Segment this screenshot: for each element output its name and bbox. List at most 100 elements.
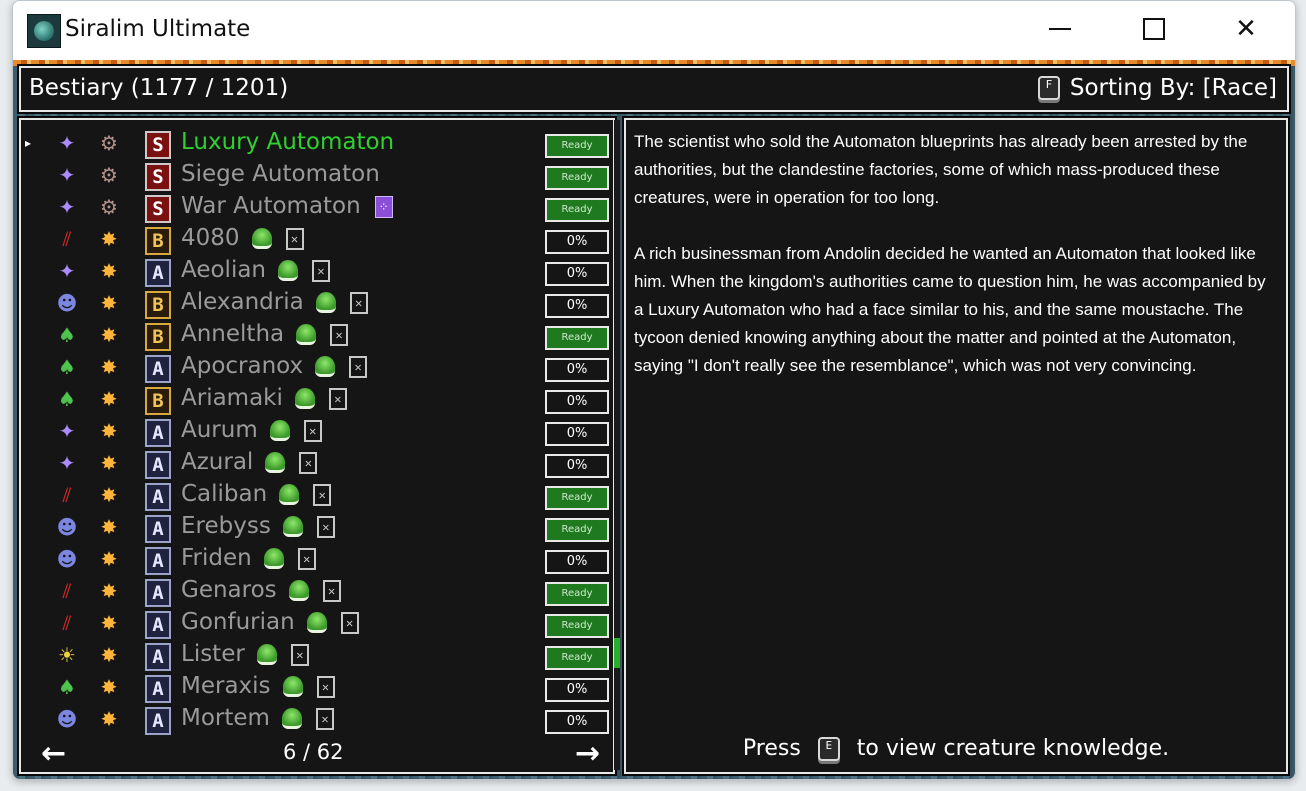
creature-name-text: Friden <box>181 545 252 571</box>
sunburst-icon: ✸ <box>100 227 118 251</box>
locked-x-icon: ✕ <box>330 323 349 346</box>
locked-x-icon: ✕ <box>315 707 334 730</box>
slime-icon <box>256 644 277 665</box>
key-e-icon[interactable]: E <box>817 737 840 761</box>
list-scrollbar[interactable] <box>614 120 620 770</box>
rank-a-icon: A <box>145 355 171 383</box>
creature-row[interactable]: ✦ ⚙ S Siege Automaton Ready <box>21 160 613 192</box>
sunburst-icon: ✸ <box>100 323 118 347</box>
locked-x-icon: ✕ <box>299 451 318 474</box>
maximize-button[interactable] <box>1131 7 1177 51</box>
creature-row[interactable]: ♠ ✸ B Ariamaki ✕ 0% <box>21 384 613 416</box>
rank-a-icon: A <box>145 611 171 639</box>
sorcery-icon: ✦ <box>58 195 76 219</box>
knowledge-prompt: Press E to view creature knowledge. <box>626 736 1286 761</box>
creature-name: War Automaton ⁘ <box>181 193 393 219</box>
slime-icon <box>279 484 300 505</box>
close-button[interactable]: ✕ <box>1223 7 1269 51</box>
creature-row[interactable]: ☻ ✸ B Alexandria ✕ 0% <box>21 288 613 320</box>
status-badge: Ready <box>545 646 609 670</box>
sunburst-icon: ✸ <box>100 547 118 571</box>
game-viewport: Bestiary (1177 / 1201) F Sorting By: [Ra… <box>13 60 1295 779</box>
status-badge: 0% <box>545 230 609 254</box>
slime-icon <box>315 356 336 377</box>
chaos-icon: ⫽ <box>62 483 72 507</box>
slime-icon <box>281 708 302 729</box>
sorcery-icon: ✦ <box>58 259 76 283</box>
creature-row[interactable]: ✦ ⚙ S War Automaton ⁘ Ready <box>21 192 613 224</box>
rank-a-icon: A <box>145 547 171 575</box>
creature-row[interactable]: ⫽ ✸ B 4080 ✕ 0% <box>21 224 613 256</box>
press-rest: to view creature knowledge. <box>856 736 1170 761</box>
death-icon: ☻ <box>56 547 78 571</box>
locked-x-icon: ✕ <box>285 227 304 250</box>
sunburst-icon: ✸ <box>100 483 118 507</box>
scrollbar-thumb[interactable] <box>614 638 620 668</box>
status-badge: Ready <box>545 326 609 350</box>
rank-a-icon: A <box>145 675 171 703</box>
lore-paragraph: The scientist who sold the Automaton blu… <box>634 132 1248 207</box>
creature-name: Anneltha ✕ <box>181 321 349 347</box>
locked-x-icon: ✕ <box>349 291 368 314</box>
creature-name: Mortem ✕ <box>181 705 334 731</box>
creature-name-text: War Automaton <box>181 193 361 219</box>
locked-x-icon: ✕ <box>312 259 331 282</box>
status-badge: Ready <box>545 134 609 158</box>
key-f-icon: F <box>1037 76 1060 100</box>
slime-icon <box>251 228 272 249</box>
rank-s-icon: S <box>145 131 171 159</box>
close-icon: ✕ <box>1235 14 1257 44</box>
sunburst-icon: ✸ <box>100 419 118 443</box>
creature-name: Genaros ✕ <box>181 577 341 603</box>
creature-row[interactable]: ☻ ✸ A Erebyss ✕ Ready <box>21 512 613 544</box>
creature-row[interactable]: ☀ ✸ A Lister ✕ Ready <box>21 640 613 672</box>
creature-row[interactable]: ⫽ ✸ A Gonfurian ✕ Ready <box>21 608 613 640</box>
creature-row[interactable]: ☻ ✸ A Mortem ✕ 0% <box>21 704 613 736</box>
slime-icon <box>294 388 315 409</box>
creature-name: Caliban ✕ <box>181 481 332 507</box>
next-page-arrow-icon[interactable]: → <box>575 736 600 771</box>
creature-name: 4080 ✕ <box>181 225 304 251</box>
creature-name: Siege Automaton <box>181 161 380 187</box>
rank-s-icon: S <box>145 163 171 191</box>
artifact-gem-icon: ⁘ <box>374 195 393 218</box>
creature-row[interactable]: ♠ ✸ A Apocranox ✕ 0% <box>21 352 613 384</box>
sunburst-icon: ✸ <box>100 643 118 667</box>
rank-a-icon: A <box>145 579 171 607</box>
minimize-button[interactable] <box>1037 7 1083 51</box>
creature-list-panel: ▸ ✦ ⚙ S Luxury Automaton Ready ✦ ⚙ S Siege Automa… <box>19 118 615 774</box>
creature-row[interactable]: ✦ ✸ A Aeolian ✕ 0% <box>21 256 613 288</box>
sort-control[interactable]: F Sorting By: [Race] <box>1037 75 1277 101</box>
sunburst-icon: ✸ <box>100 707 118 731</box>
creature-name: Erebyss ✕ <box>181 513 335 539</box>
locked-x-icon: ✕ <box>303 419 322 442</box>
creature-row[interactable]: ♠ ✸ B Anneltha ✕ Ready <box>21 320 613 352</box>
slime-icon <box>315 292 336 313</box>
status-badge: Ready <box>545 518 609 542</box>
life-icon: ☀ <box>58 643 76 667</box>
locked-x-icon: ✕ <box>297 547 316 570</box>
creature-row[interactable]: ⫽ ✸ A Genaros ✕ Ready <box>21 576 613 608</box>
sort-label: Sorting By: [Race] <box>1069 75 1277 101</box>
sunburst-icon: ✸ <box>100 515 118 539</box>
chaos-icon: ⫽ <box>62 579 72 603</box>
locked-x-icon: ✕ <box>349 355 368 378</box>
creature-row[interactable]: ✦ ✸ A Aurum ✕ 0% <box>21 416 613 448</box>
creature-row[interactable]: ▸ ✦ ⚙ S Luxury Automaton Ready <box>21 128 613 160</box>
locked-x-icon: ✕ <box>322 579 341 602</box>
creature-row[interactable]: ⫽ ✸ A Caliban ✕ Ready <box>21 480 613 512</box>
nature-icon: ♠ <box>58 355 76 379</box>
locked-x-icon: ✕ <box>316 675 335 698</box>
maximize-icon <box>1143 18 1165 40</box>
creature-name-text: Aurum <box>181 417 258 443</box>
prev-page-arrow-icon[interactable]: ← <box>41 736 66 771</box>
creature-name-text: Apocranox <box>181 353 304 379</box>
slime-icon <box>282 516 303 537</box>
creature-row[interactable]: ✦ ✸ A Azural ✕ 0% <box>21 448 613 480</box>
status-badge: Ready <box>545 582 609 606</box>
creature-row[interactable]: ♠ ✸ A Meraxis ✕ 0% <box>21 672 613 704</box>
status-badge: 0% <box>545 454 609 478</box>
locked-x-icon: ✕ <box>316 515 335 538</box>
creature-row[interactable]: ☻ ✸ A Friden ✕ 0% <box>21 544 613 576</box>
creature-name-text: Meraxis <box>181 673 271 699</box>
